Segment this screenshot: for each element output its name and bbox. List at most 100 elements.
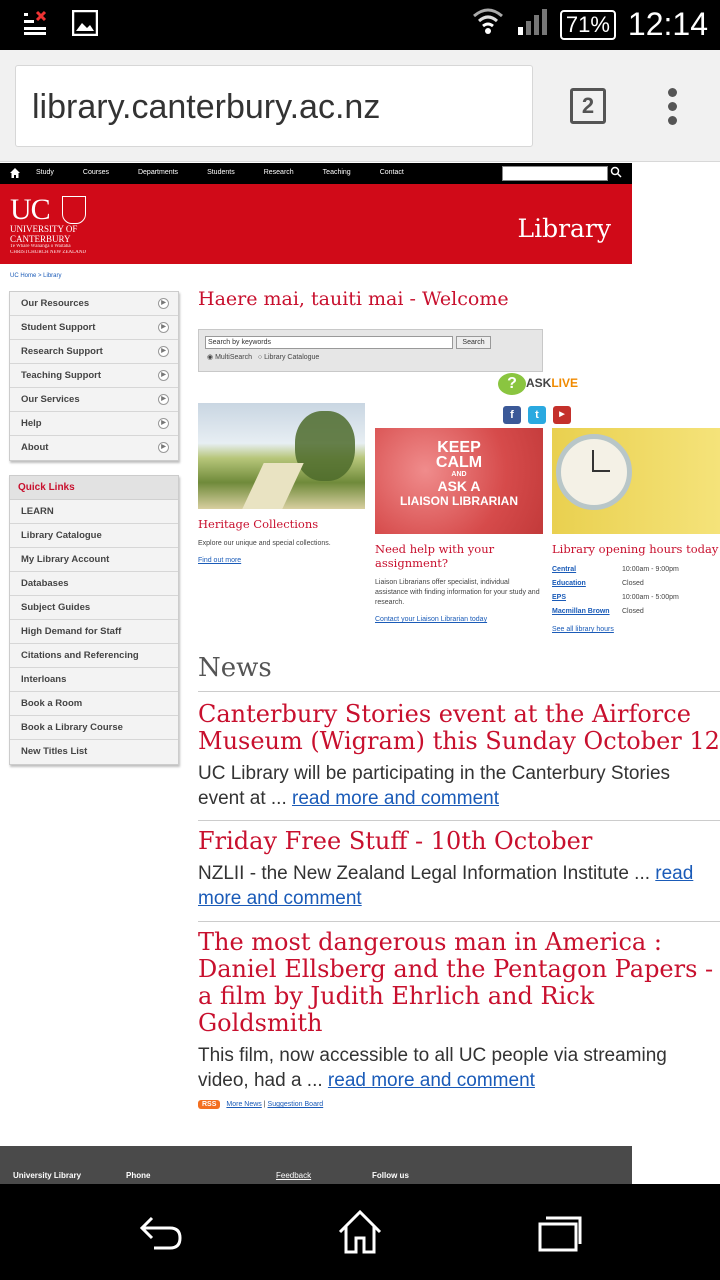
signal-icon [516,6,548,43]
quick-link-subject-guides[interactable]: Subject Guides [10,596,178,620]
nav-study[interactable]: Study [36,169,54,176]
twitter-icon[interactable]: t [528,406,546,424]
quick-links: Quick Links LEARN Library Catalogue My L… [9,475,179,765]
news-heading: News [198,653,272,683]
footer-library: University Library [13,1171,82,1180]
nav-courses[interactable]: Courses [83,169,109,176]
clock: 12:14 [627,6,708,42]
site-search-input[interactable] [502,166,608,181]
read-more-link[interactable]: read more and comment [292,788,499,809]
quick-link-new-titles[interactable]: New Titles List [10,740,178,764]
asklive-button[interactable]: ? ASKLIVE [498,373,578,395]
table-row: Central 10:00am - 9:00pm [552,562,679,576]
quick-link-citations[interactable]: Citations and Referencing [10,644,178,668]
search-icon[interactable] [609,165,625,181]
divider [198,921,720,922]
read-more-link[interactable]: read more and comment [328,1070,535,1091]
quick-link-databases[interactable]: Databases [10,572,178,596]
recent-apps-icon[interactable] [536,1208,584,1256]
hours-library-link[interactable]: Central [552,562,622,576]
breadcrumb[interactable]: UC Home > Library [10,273,62,279]
sidebar-item-student-support[interactable]: Student Support ▶ [10,316,178,340]
nav-students[interactable]: Students [207,169,235,176]
quick-link-book-course[interactable]: Book a Library Course [10,716,178,740]
sidebar-item-our-resources[interactable]: Our Resources ▶ [10,292,178,316]
news-story: Canterbury Stories event at the Airforce… [198,701,720,811]
quick-link-my-library-account[interactable]: My Library Account [10,548,178,572]
keep-calm-image[interactable]: KEEP CALM AND ASK A LIAISON LIBRARIAN [375,428,543,534]
youtube-icon[interactable]: ▶ [553,406,571,424]
home-nav-icon[interactable] [336,1208,384,1256]
status-bar: 71% 12:14 [0,0,720,50]
heritage-panel: Heritage Collections Explore our unique … [198,403,366,564]
liaison-link[interactable]: Contact your Liaison Librarian today [375,616,545,623]
radio-multisearch[interactable]: ◉ MultiSearch [207,354,252,361]
search-button[interactable]: Search [456,336,491,349]
hours-time: Closed [622,579,644,587]
notification-list-icon [22,10,48,41]
overflow-menu-icon[interactable] [668,88,680,130]
sidebar-item-our-services[interactable]: Our Services ▶ [10,388,178,412]
facebook-icon[interactable]: f [503,406,521,424]
footer-phone: Phone [126,1171,151,1180]
news-headline[interactable]: Friday Free Stuff - 10th October [198,828,720,855]
suggestion-board-link[interactable]: Suggestion Board [268,1101,324,1108]
table-row: Macmillan Brown Closed [552,604,679,618]
news-headline[interactable]: Canterbury Stories event at the Airforce… [198,701,720,755]
all-hours-link[interactable]: See all library hours [552,626,720,633]
nav-departments[interactable]: Departments [138,169,178,176]
footer-feedback-link[interactable]: Feedback [276,1171,311,1180]
sidebar-navigation: Our Resources ▶ Student Support ▶ Research… [9,291,179,461]
hours-library-link[interactable]: Education [552,576,622,590]
heritage-text: Explore our unique and special collectio… [198,540,331,547]
hours-library-link[interactable]: Macmillan Brown [552,604,622,618]
sidebar-item-teaching-support[interactable]: Teaching Support ▶ [10,364,178,388]
keyword-search-input[interactable]: Search by keywords [205,336,453,349]
table-row: EPS 10:00am - 5:00pm [552,590,679,604]
image-notification-icon [71,9,99,41]
chevron-right-icon: ▶ [158,346,169,357]
chevron-right-icon: ▶ [158,370,169,381]
page-title: Library [517,214,611,243]
tab-switcher-button[interactable]: 2 [570,88,606,124]
battery-indicator: 71% [559,9,616,40]
news-headline[interactable]: The most dangerous man in America : Dani… [198,929,720,1037]
heritage-painting-image[interactable] [198,403,365,509]
quick-links-heading: Quick Links [10,476,178,500]
quick-link-book-room[interactable]: Book a Room [10,692,178,716]
library-banner: UC UNIVERSITY OF CANTERBURY Te Whare Wān… [0,184,632,264]
hours-title: Library opening hours today [552,542,719,556]
web-page: Study Courses Departments Students Resea… [0,163,720,1184]
hours-library-link[interactable]: EPS [552,590,622,604]
liaison-panel: KEEP CALM AND ASK A LIAISON LIBRARIAN Ne… [375,428,545,623]
chevron-right-icon: ▶ [158,322,169,333]
chevron-right-icon: ▶ [158,442,169,453]
chevron-right-icon: ▶ [158,394,169,405]
liaison-title[interactable]: Need help with your assignment? [375,542,525,570]
quick-link-learn[interactable]: LEARN [10,500,178,524]
home-icon[interactable] [9,167,21,179]
catalogue-search: Search by keywords Search ◉ MultiSearch … [198,329,543,372]
sidebar-item-about[interactable]: About ▶ [10,436,178,460]
heritage-title[interactable]: Heritage Collections [198,517,366,531]
rss-icon[interactable]: RSS [198,1100,221,1109]
url-bar[interactable]: library.canterbury.ac.nz [15,65,533,147]
liaison-text: Liaison Librarians offer specialist, ind… [375,579,540,606]
social-links: f t ▶ [503,406,571,424]
radio-library-catalogue[interactable]: ○ Library Catalogue [258,354,319,361]
sidebar-item-research-support[interactable]: Research Support ▶ [10,340,178,364]
quick-link-interloans[interactable]: Interloans [10,668,178,692]
nav-research[interactable]: Research [264,169,294,176]
crest-icon [62,196,86,224]
browser-toolbar: library.canterbury.ac.nz 2 [0,50,720,162]
hours-table: Central 10:00am - 9:00pm Education Closed … [552,562,679,618]
alarm-clock-image[interactable] [552,428,720,534]
heritage-link[interactable]: Find out more [198,557,366,564]
quick-link-library-catalogue[interactable]: Library Catalogue [10,524,178,548]
nav-teaching[interactable]: Teaching [323,169,351,176]
nav-contact[interactable]: Contact [380,169,404,176]
sidebar-item-help[interactable]: Help ▶ [10,412,178,436]
back-icon[interactable] [136,1208,184,1256]
more-news-link[interactable]: More News [226,1101,261,1108]
quick-link-high-demand[interactable]: High Demand for Staff [10,620,178,644]
